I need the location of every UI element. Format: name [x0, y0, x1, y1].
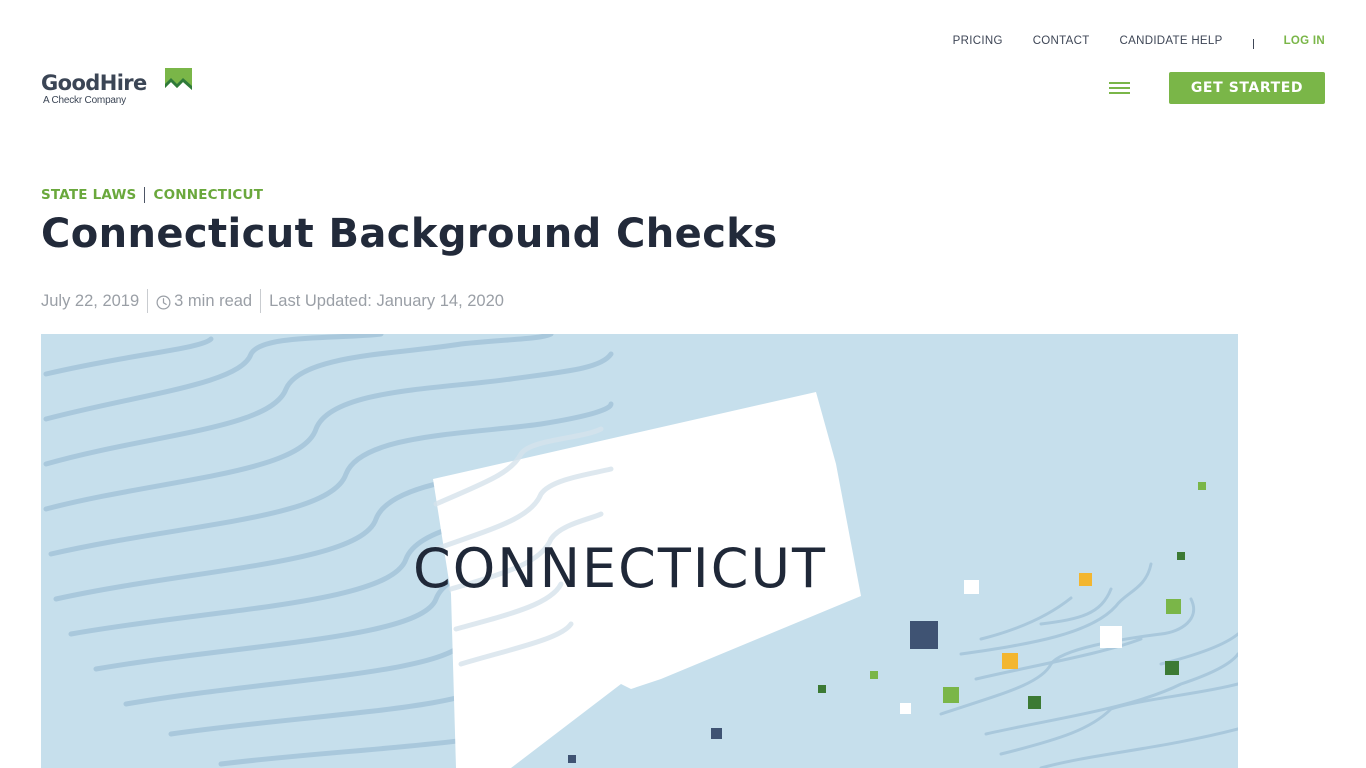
square-navy — [910, 621, 938, 649]
square-white — [1100, 626, 1122, 648]
nav-login[interactable]: LOG IN — [1284, 35, 1325, 47]
clock-icon — [156, 295, 171, 309]
square-dark-green — [1165, 661, 1179, 675]
square-navy — [568, 755, 576, 763]
square-dark-green — [1028, 696, 1041, 709]
square-navy — [711, 728, 722, 739]
nav-divider — [1252, 39, 1254, 49]
square-green — [1198, 482, 1206, 490]
read-time: 3 min read — [174, 291, 253, 310]
breadcrumb: STATE LAWS CONNECTICUT — [41, 187, 263, 203]
square-green — [943, 687, 959, 703]
publish-date: July 22, 2019 — [41, 291, 140, 310]
meta-divider — [147, 289, 149, 313]
square-green — [870, 671, 878, 679]
square-green — [1166, 599, 1181, 614]
breadcrumb-connecticut[interactable]: CONNECTICUT — [153, 187, 263, 203]
last-updated: Last Updated: January 14, 2020 — [269, 291, 504, 310]
meta-divider — [260, 289, 262, 313]
hero-squares — [568, 482, 1206, 763]
nav-candidate-help[interactable]: CANDIDATE HELP — [1120, 35, 1223, 47]
square-dark-green — [1177, 552, 1185, 560]
hamburger-line — [1109, 92, 1130, 94]
square-white — [964, 580, 979, 594]
breadcrumb-state-laws[interactable]: STATE LAWS — [41, 187, 136, 203]
goodhire-checkmark-icon — [165, 68, 192, 94]
article-meta: July 22, 2019 3 min read Last Updated: J… — [41, 289, 504, 313]
logo-wordmark: GoodHire — [41, 71, 147, 95]
square-yellow — [1079, 573, 1092, 586]
hamburger-line — [1109, 87, 1130, 89]
nav-contact[interactable]: CONTACT — [1033, 35, 1090, 47]
breadcrumb-divider — [144, 187, 146, 203]
square-dark-green — [818, 685, 826, 693]
nav-pricing[interactable]: PRICING — [953, 35, 1003, 47]
get-started-button[interactable]: GET STARTED — [1169, 72, 1325, 104]
top-navigation: PRICING CONTACT CANDIDATE HELP LOG IN — [953, 34, 1325, 49]
hamburger-menu-icon[interactable] — [1109, 82, 1130, 95]
square-yellow — [1002, 653, 1018, 669]
hamburger-line — [1109, 82, 1130, 84]
logo-tagline: A Checkr Company — [43, 95, 126, 106]
goodhire-logo[interactable]: GoodHire A Checkr Company — [41, 67, 196, 111]
square-white — [900, 703, 911, 714]
hero-image: CONNECTICUT — [41, 334, 1238, 768]
page-title: Connecticut Background Checks — [41, 211, 778, 257]
